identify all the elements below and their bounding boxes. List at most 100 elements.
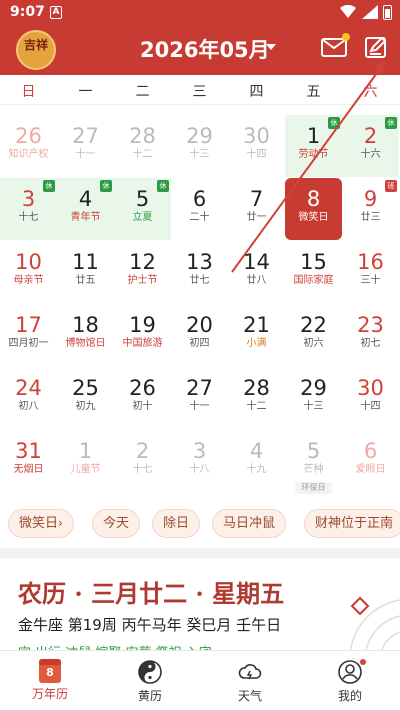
day-info-panel[interactable]: 农历 · 三月廿二 · 星期五 金牛座 第19周 丙午马年 癸巳月 壬午日 宜 … [0, 558, 400, 650]
a-notification-icon: A [50, 6, 62, 19]
calendar-day[interactable]: 6 爱眼日 [342, 430, 399, 492]
calendar-day[interactable]: 15 国际家庭 [285, 241, 342, 303]
day-number: 30 [243, 124, 270, 148]
info-chip[interactable]: 财神位于正南 [304, 509, 400, 538]
calendar-day[interactable]: 1 儿童节 [57, 430, 114, 492]
day-lunar-label: 国际家庭 [293, 275, 334, 286]
nav-label: 万年历 [31, 687, 68, 701]
calendar-day[interactable]: 29 十三 [171, 115, 228, 177]
info-chip[interactable]: 除日 [152, 509, 201, 538]
day-lunar-label: 十一 [75, 149, 96, 160]
nav-label: 黄历 [137, 689, 162, 703]
info-chip[interactable]: 今天 [92, 509, 141, 538]
day-number: 23 [357, 313, 384, 337]
info-chips: 微笑日› 今天 除日 马日冲鼠 财神位于正南 [0, 500, 400, 546]
day-lunar-label: 廿一 [246, 212, 267, 223]
nav-item[interactable]: 我的 [300, 655, 400, 709]
month-title[interactable]: 2026年05月 [140, 34, 270, 64]
rest-day-badge: 休 [100, 180, 112, 192]
caret-down-icon[interactable] [266, 44, 276, 50]
calendar-day[interactable]: 6 二十 [171, 178, 228, 240]
calendar-grid: 26 知识产权 27 十一 28 十二 29 十三 30 十四 1 劳动节休 2 十六休 3 十七休 4 青年节休… [0, 115, 400, 495]
calendar-day[interactable]: 10 母亲节 [0, 241, 57, 303]
status-time: 9:07 [10, 4, 45, 20]
calendar-day[interactable]: 3 十八 [171, 430, 228, 492]
day-lunar-label: 无烟日 [13, 464, 44, 475]
calendar-day[interactable]: 26 初十 [114, 367, 171, 429]
calendar-day[interactable]: 25 初九 [57, 367, 114, 429]
nav-label: 天气 [237, 689, 262, 703]
calendar-day[interactable]: 21 小满 [228, 304, 285, 366]
calendar-day[interactable]: 9 廿三班 [342, 178, 399, 240]
calendar-day[interactable]: 14 廿八 [228, 241, 285, 303]
chip-label: 财神位于正南 [315, 516, 394, 531]
wifi-icon [340, 5, 356, 18]
day-number: 26 [15, 124, 42, 148]
lunar-date: 农历 · 三月廿二 · 星期五 [18, 579, 285, 608]
day-number: 13 [186, 250, 213, 274]
day-number: 6 [363, 439, 378, 463]
day-lunar-label: 中国旅游 [122, 338, 163, 349]
calendar-day[interactable]: 18 博物馆日 [57, 304, 114, 366]
chip-label: 除日 [163, 516, 190, 531]
calendar-day[interactable]: 29 十三 [285, 367, 342, 429]
weekday-label: 日 [21, 84, 36, 100]
day-lunar-label: 微笑日 [298, 212, 329, 223]
weekday-label: 六 [363, 84, 378, 100]
calendar-day[interactable]: 26 知识产权 [0, 115, 57, 177]
calendar-day[interactable]: 2 十七 [114, 430, 171, 492]
calendar-day[interactable]: 5 芒种 环保日 [285, 430, 342, 494]
calendar-day[interactable]: 27 十一 [171, 367, 228, 429]
day-number: 29 [300, 376, 327, 400]
calendar-day[interactable]: 13 廿七 [171, 241, 228, 303]
day-lunar-label: 芒种 [303, 464, 324, 475]
chip-label: 微笑日 [19, 516, 59, 531]
calendar-day[interactable]: 30 十四 [342, 367, 399, 429]
day-number: 20 [186, 313, 213, 337]
day-number: 17 [15, 313, 42, 337]
calendar-day[interactable]: 30 十四 [228, 115, 285, 177]
calendar-day[interactable]: 5 立夏休 [114, 178, 171, 240]
calendar-day[interactable]: 23 初七 [342, 304, 399, 366]
calendar-day[interactable]: 3 十七休 [0, 178, 57, 240]
day-number: 28 [243, 376, 270, 400]
nav-item[interactable]: 8 万年历 [0, 655, 100, 709]
day-number: 4 [249, 439, 264, 463]
day-number: 31 [15, 439, 42, 463]
nav-item[interactable]: 黄历 [100, 655, 200, 709]
chip-label: 今天 [103, 516, 130, 531]
calendar-day[interactable]: 28 十二 [114, 115, 171, 177]
app-logo[interactable]: 吉祥 [16, 30, 56, 70]
calendar-day[interactable]: 12 护士节 [114, 241, 171, 303]
calendar-day[interactable]: 1 劳动节休 [285, 115, 342, 177]
calendar-day[interactable]: 31 无烟日 [0, 430, 57, 492]
day-number: 18 [72, 313, 99, 337]
calendar-day[interactable]: 20 初四 [171, 304, 228, 366]
calendar-day[interactable]: 4 十九 [228, 430, 285, 492]
calendar-day[interactable]: 7 廿一 [228, 178, 285, 240]
rest-day-badge: 休 [328, 117, 340, 129]
calendar-day-today[interactable]: 8 微笑日 [285, 178, 342, 240]
calendar-day[interactable]: 24 初八 [0, 367, 57, 429]
calendar-day[interactable]: 17 四月初一 [0, 304, 57, 366]
calendar-day[interactable]: 28 十二 [228, 367, 285, 429]
nav-item[interactable]: 天气 [200, 655, 300, 709]
edit-icon[interactable] [364, 35, 388, 59]
calendar-day[interactable]: 4 青年节休 [57, 178, 114, 240]
day-number: 19 [129, 313, 156, 337]
calendar-day[interactable]: 27 十一 [57, 115, 114, 177]
info-chip[interactable]: 马日冲鼠 [212, 509, 287, 538]
calendar-day[interactable]: 22 初六 [285, 304, 342, 366]
day-lunar-label: 立夏 [132, 212, 153, 223]
bottom-navigation: 8 万年历 黄历 天气 我的 [0, 650, 400, 710]
info-chip[interactable]: 微笑日› [8, 509, 74, 538]
notification-dot [342, 33, 350, 41]
calendar-day[interactable]: 16 三十 [342, 241, 399, 303]
day-lunar-label: 十四 [360, 401, 381, 412]
day-lunar-label: 初四 [189, 338, 210, 349]
calendar-day[interactable]: 19 中国旅游 [114, 304, 171, 366]
calendar-day[interactable]: 11 廿五 [57, 241, 114, 303]
day-lunar-label: 十一 [189, 401, 210, 412]
calendar-day[interactable]: 2 十六休 [342, 115, 399, 177]
mail-icon[interactable] [321, 38, 347, 57]
